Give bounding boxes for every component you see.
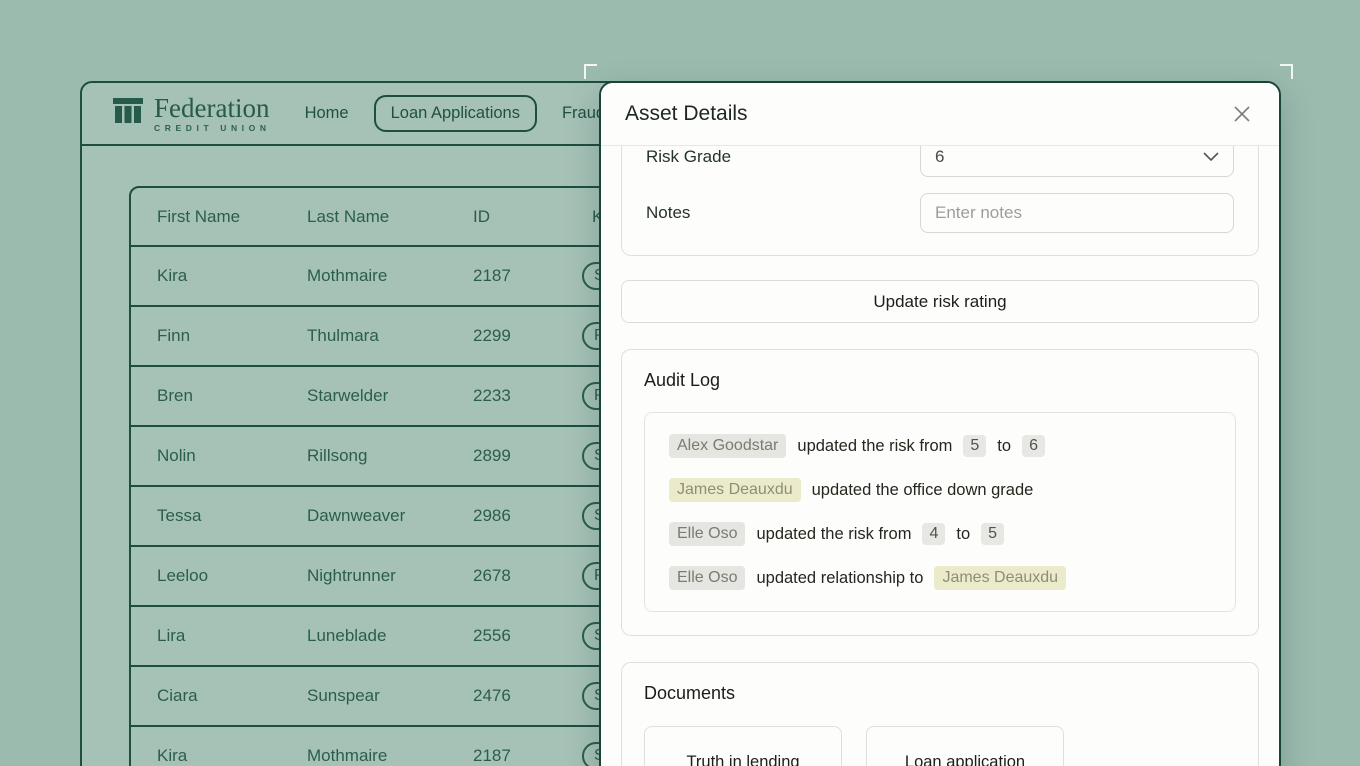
- cell-first-name: Ciara: [157, 686, 307, 706]
- audit-chip: 5: [981, 523, 1004, 545]
- nav-item-loan-applications[interactable]: Loan Applications: [374, 95, 537, 132]
- notes-label: Notes: [646, 203, 920, 223]
- risk-grade-value: 6: [935, 147, 944, 167]
- cell-first-name: Kira: [157, 746, 307, 766]
- audit-text: to: [956, 525, 970, 544]
- audit-log-title: Audit Log: [644, 370, 1236, 391]
- cell-id: 2678: [473, 566, 582, 586]
- cell-id: 2476: [473, 686, 582, 706]
- audit-log-entry: Elle Oso updated the risk from 4 to 5: [669, 512, 1211, 556]
- update-risk-rating-button[interactable]: Update risk rating: [621, 280, 1259, 323]
- column-header: Last Name: [307, 207, 473, 227]
- modal-title: Asset Details: [625, 102, 748, 126]
- cell-id: 2233: [473, 386, 582, 406]
- document-card[interactable]: Loan application: [866, 726, 1064, 766]
- audit-log-entry: Elle Oso updated relationship to James Dea…: [669, 556, 1211, 600]
- risk-grade-label: Risk Grade: [646, 147, 920, 167]
- documents-card: Documents Truth in lending Loan applicati…: [621, 662, 1259, 766]
- cell-first-name: Leeloo: [157, 566, 307, 586]
- risk-form-card: Risk Grade 6 Notes: [621, 146, 1259, 256]
- nav-item-home[interactable]: Home: [303, 96, 351, 131]
- cell-last-name: Sunspear: [307, 686, 473, 706]
- asset-details-modal: Asset Details Risk Grade 6: [599, 81, 1281, 766]
- modal-body: Risk Grade 6 Notes Update risk rating Au…: [601, 146, 1279, 766]
- cell-first-name: Kira: [157, 266, 307, 286]
- audit-text: updated the risk from: [756, 525, 911, 544]
- audit-chip: 4: [922, 523, 945, 545]
- cell-id: 2187: [473, 266, 582, 286]
- crop-mark-top-left-icon: [584, 64, 597, 79]
- bank-columns-icon: [112, 96, 144, 131]
- audit-chip: 5: [963, 435, 986, 457]
- audit-text: updated the risk from: [797, 437, 952, 456]
- cell-first-name: Tessa: [157, 506, 307, 526]
- audit-chip: Alex Goodstar: [669, 434, 786, 458]
- cell-id: 2299: [473, 326, 582, 346]
- audit-text: updated the office down grade: [812, 481, 1034, 500]
- documents-list: Truth in lending Loan application: [644, 726, 1236, 766]
- crop-mark-top-right-icon: [1280, 64, 1293, 79]
- audit-chip: James Deauxdu: [934, 566, 1066, 590]
- cell-last-name: Mothmaire: [307, 746, 473, 766]
- cell-first-name: Bren: [157, 386, 307, 406]
- cell-last-name: Dawnweaver: [307, 506, 473, 526]
- notes-input[interactable]: [920, 193, 1234, 233]
- audit-log-entry: Alex Goodstar updated the risk from 5 to 6: [669, 424, 1211, 468]
- main-nav: HomeLoan ApplicationsFraud: [303, 95, 607, 132]
- audit-text: updated relationship to: [756, 569, 923, 588]
- cell-last-name: Rillsong: [307, 446, 473, 466]
- audit-log-entry: James Deauxdu updated the office down gra…: [669, 468, 1211, 512]
- risk-grade-select[interactable]: 6: [920, 146, 1234, 177]
- audit-log-list: Alex Goodstar updated the risk from 5 to 6 Ja…: [644, 412, 1236, 612]
- cell-last-name: Mothmaire: [307, 266, 473, 286]
- documents-title: Documents: [644, 683, 1236, 704]
- audit-chip: Elle Oso: [669, 522, 745, 546]
- close-icon[interactable]: [1229, 101, 1255, 127]
- audit-log-card: Audit Log Alex Goodstar updated the risk …: [621, 349, 1259, 636]
- cell-last-name: Nightrunner: [307, 566, 473, 586]
- cell-id: 2899: [473, 446, 582, 466]
- cell-id: 2986: [473, 506, 582, 526]
- cell-first-name: Nolin: [157, 446, 307, 466]
- column-header: First Name: [157, 207, 307, 227]
- chevron-down-icon: [1203, 147, 1219, 167]
- cell-last-name: Luneblade: [307, 626, 473, 646]
- cell-first-name: Finn: [157, 326, 307, 346]
- audit-chip: 6: [1022, 435, 1045, 457]
- cell-id: 2187: [473, 746, 582, 766]
- document-card[interactable]: Truth in lending: [644, 726, 842, 766]
- modal-header: Asset Details: [601, 83, 1279, 146]
- cell-first-name: Lira: [157, 626, 307, 646]
- audit-chip: Elle Oso: [669, 566, 745, 590]
- cell-last-name: Thulmara: [307, 326, 473, 346]
- column-header: ID: [473, 207, 582, 227]
- cell-id: 2556: [473, 626, 582, 646]
- audit-chip: James Deauxdu: [669, 478, 801, 502]
- brand-tagline: CREDIT UNION: [154, 123, 271, 133]
- cell-last-name: Starwelder: [307, 386, 473, 406]
- audit-text: to: [997, 437, 1011, 456]
- brand: Federation CREDIT UNION: [112, 95, 271, 133]
- brand-name: Federation: [154, 95, 271, 121]
